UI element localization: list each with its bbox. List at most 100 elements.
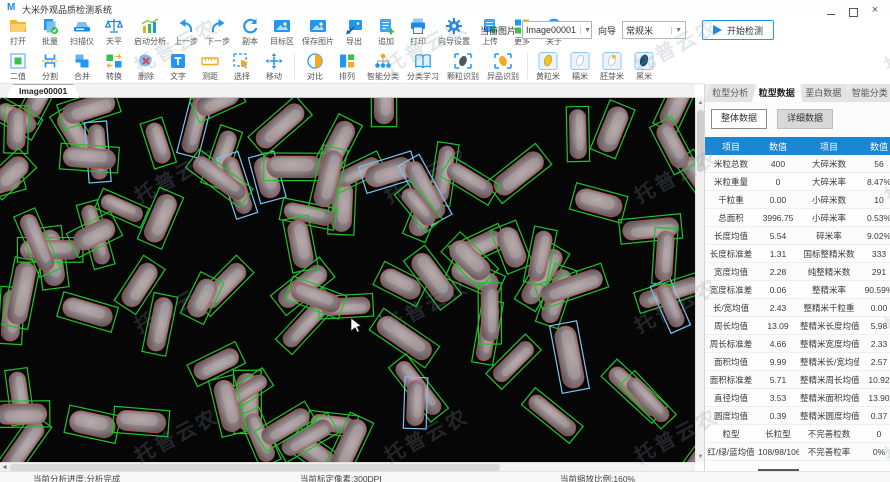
tool-balance[interactable]: 天平 bbox=[98, 16, 130, 48]
table-cell: 整精米长度均值 bbox=[799, 316, 859, 335]
tool-label: 对比 bbox=[307, 72, 323, 81]
tool-label: 保存图片 bbox=[302, 37, 334, 46]
tool-learn[interactable]: 分类学习 bbox=[403, 51, 443, 83]
table-cell: 5.54 bbox=[757, 226, 799, 245]
tool-contrast[interactable]: 对比 bbox=[299, 51, 331, 83]
table-cell: 2.57 bbox=[859, 352, 890, 371]
table-cell: 周长均值 bbox=[705, 316, 757, 335]
panel-tab-2[interactable]: 垩白数据 bbox=[798, 84, 849, 102]
batch-icon bbox=[44, 19, 59, 35]
table-cell: 碎米率 bbox=[799, 226, 859, 245]
table-cell: 米粒总数 bbox=[705, 155, 757, 173]
tool-analysis[interactable]: 启动分析 bbox=[130, 16, 170, 48]
tool-label: 天平 bbox=[106, 37, 122, 46]
balance-icon bbox=[104, 19, 124, 33]
table-row: 长/宽均值 2.43 整精米千粒重 0.00 bbox=[705, 298, 890, 317]
table-cell: 米粒重量 bbox=[705, 172, 757, 191]
table-cell: 108/98/106 bbox=[757, 442, 799, 461]
table-row: 圆度均值 0.39 整精米圆度均值 0.37 bbox=[705, 406, 890, 425]
tool-scanner[interactable]: 扫描仪 bbox=[66, 16, 98, 48]
tool-next[interactable]: 下一步 bbox=[202, 16, 234, 48]
table-cell: 5.98 bbox=[859, 316, 890, 335]
tool-append[interactable]: 追加 bbox=[370, 16, 402, 48]
close-button[interactable]: × bbox=[868, 4, 882, 16]
start-detect-button[interactable]: 开始检测 bbox=[702, 20, 775, 40]
table-cell: 大碎米率 bbox=[799, 172, 859, 191]
current-image-label: 当前图片 bbox=[480, 25, 517, 36]
scanner-icon bbox=[74, 22, 90, 32]
panel-tab-1[interactable]: 粒型数据 bbox=[752, 84, 803, 102]
table-cell: 0.00 bbox=[757, 190, 799, 209]
tool-label: 排列 bbox=[339, 72, 355, 81]
table-cell: 圆度均值 bbox=[705, 406, 757, 425]
tool-binary[interactable]: 二值 bbox=[2, 51, 34, 83]
table-cell: 9.02% bbox=[859, 226, 890, 245]
tool-label: 启动分析 bbox=[134, 37, 166, 46]
select-icon bbox=[233, 53, 249, 69]
table-cell: 整精米率 bbox=[799, 280, 859, 299]
tool-export[interactable]: 导出 bbox=[338, 16, 370, 48]
titlebar: M 大米外观品质检测系统 × bbox=[0, 0, 890, 17]
table-cell: 整精米面积均值 bbox=[799, 388, 859, 407]
table-cell: 整精米宽度均值 bbox=[799, 334, 859, 353]
wizard-select[interactable]: 常规米 ▼ bbox=[622, 21, 687, 39]
table-cell: 红/绿/蓝均值 bbox=[705, 442, 757, 461]
table-cell: 0 bbox=[859, 424, 890, 443]
minimize-button[interactable] bbox=[824, 4, 838, 16]
table-cell: 90.59% bbox=[859, 280, 890, 299]
table-cell: 直径均值 bbox=[705, 388, 757, 407]
chevron-down-icon: ▼ bbox=[580, 26, 591, 34]
tool-print[interactable]: 打印 bbox=[402, 16, 434, 48]
panel-tab-0[interactable]: 粒型分析 bbox=[705, 84, 756, 102]
target-icon bbox=[274, 20, 290, 32]
tool-convert[interactable]: 转换 bbox=[98, 51, 130, 83]
tool-copy[interactable]: 副本 bbox=[234, 16, 266, 48]
del-icon bbox=[139, 54, 152, 67]
tool-select[interactable]: 选择 bbox=[226, 51, 258, 83]
tool-foreignrec[interactable]: 异品识别 bbox=[483, 51, 523, 83]
tool-target[interactable]: 目标区 bbox=[266, 16, 298, 48]
tool-gear[interactable]: 向导设置 bbox=[434, 16, 474, 48]
table-row: 宽度均值 2.28 纯整精米数 291 bbox=[705, 262, 890, 281]
table-header: 项目 bbox=[705, 137, 757, 155]
tool-measure[interactable]: 测距 bbox=[194, 51, 226, 83]
tool-open[interactable]: 打开 bbox=[2, 16, 34, 48]
chevron-down-icon: ▼ bbox=[671, 26, 682, 34]
table-header: 项目 bbox=[799, 137, 859, 155]
play-icon bbox=[713, 25, 723, 35]
tool-label: 副本 bbox=[242, 37, 258, 46]
smart-icon bbox=[375, 53, 391, 68]
tool-saveimg[interactable]: 保存图片 bbox=[298, 16, 338, 48]
image-tab[interactable]: Image00001 bbox=[6, 84, 80, 98]
current-image-select[interactable]: Image00001 ▼ bbox=[522, 21, 593, 39]
table-cell: 291 bbox=[859, 262, 890, 281]
panel-tab-3[interactable]: 智能分类 bbox=[845, 84, 890, 102]
tool-arrange[interactable]: 排列 bbox=[331, 51, 363, 83]
tool-split[interactable]: 分割 bbox=[34, 51, 66, 83]
binary-icon bbox=[10, 53, 26, 69]
tool-del[interactable]: 删除 bbox=[130, 51, 162, 83]
table-cell: 宽度标准差 bbox=[705, 280, 757, 299]
tool-label: 智能分类 bbox=[367, 72, 399, 81]
tool-smart[interactable]: 智能分类 bbox=[363, 51, 403, 83]
table-cell: 1.31 bbox=[757, 244, 799, 263]
tool-ricegerm[interactable]: 胚芽米 bbox=[596, 51, 628, 83]
tool-prev[interactable]: 上一步 bbox=[170, 16, 202, 48]
table-cell: 10 bbox=[859, 190, 890, 209]
maximize-button[interactable] bbox=[846, 4, 860, 17]
tool-grainrec[interactable]: 颗粒识别 bbox=[443, 51, 483, 83]
tool-batch[interactable]: 批量 bbox=[34, 16, 66, 48]
tool-ricewhite[interactable]: 糯米 bbox=[564, 51, 596, 83]
tool-merge[interactable]: 合并 bbox=[66, 51, 98, 83]
tool-riceyellow[interactable]: 黄粒米 bbox=[532, 51, 564, 83]
panel-button-1[interactable]: 详细数据 bbox=[777, 109, 834, 129]
tool-riceblack[interactable]: 黑米 bbox=[628, 51, 660, 83]
panel-button-0[interactable]: 整体数据 bbox=[711, 109, 768, 129]
horizontal-scroll-thumb[interactable] bbox=[10, 464, 500, 471]
vertical-scroll-thumb[interactable] bbox=[697, 110, 704, 172]
tool-move[interactable]: 移动 bbox=[258, 51, 290, 83]
tool-label: 移动 bbox=[266, 72, 282, 81]
tool-text[interactable]: 文字 bbox=[162, 51, 194, 83]
image-canvas[interactable] bbox=[0, 98, 695, 462]
table-cell: 大碎米数 bbox=[799, 155, 859, 173]
